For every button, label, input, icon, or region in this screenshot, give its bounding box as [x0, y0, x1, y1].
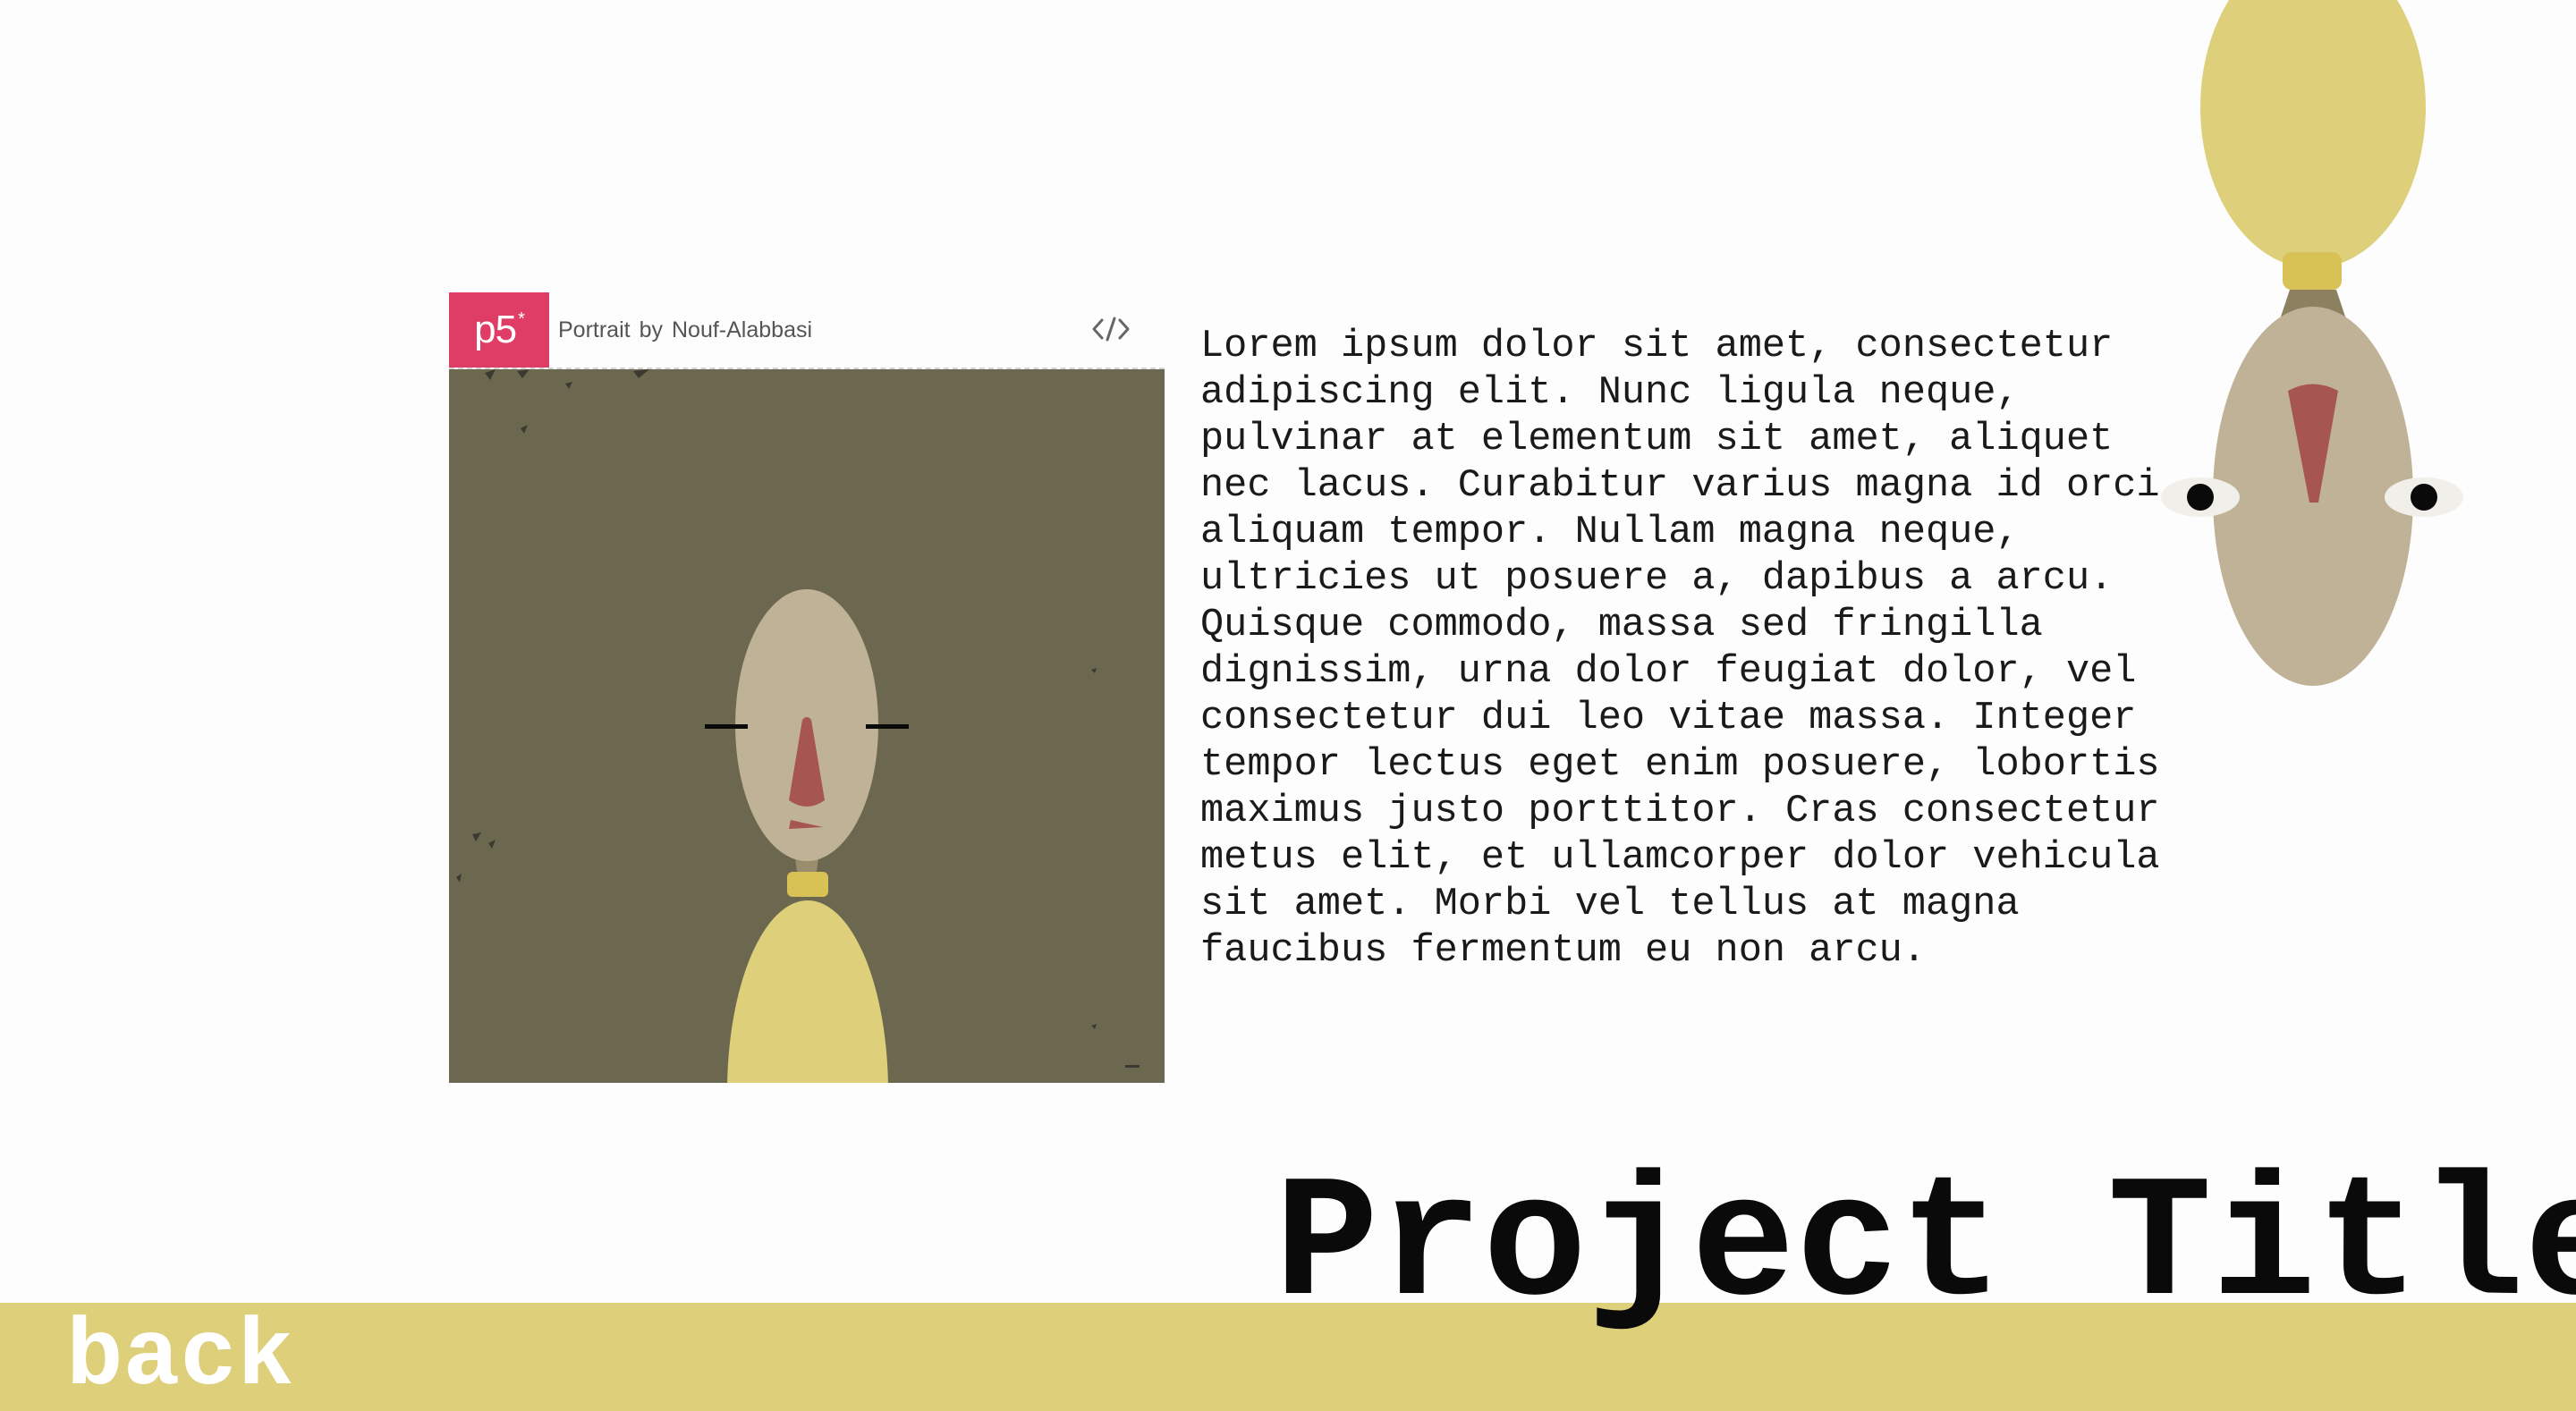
sketch-title[interactable]: Portrait	[558, 317, 631, 342]
deco-shirt	[2200, 0, 2426, 268]
code-brackets-icon[interactable]	[1091, 314, 1131, 344]
deco-pupil-right	[2411, 484, 2437, 511]
p5-logo-text: p5	[474, 308, 517, 351]
p5-sketch-embed[interactable]: p5 * Portrait by Nouf-Alabbasi	[449, 292, 1165, 1083]
embed-header: p5 * Portrait by Nouf-Alabbasi	[449, 292, 1165, 369]
sketch-eye-left	[705, 724, 748, 729]
page: p5 * Portrait by Nouf-Alabbasi Lorem ips…	[0, 0, 2576, 1411]
deco-collar	[2283, 252, 2342, 290]
by-label: by	[639, 317, 663, 342]
sketch-canvas[interactable]	[449, 369, 1165, 1083]
p5-logo[interactable]: p5 *	[449, 292, 549, 368]
sketch-collar	[787, 872, 828, 897]
project-title: Project Title	[1275, 1149, 2576, 1346]
project-description: Lorem ipsum dolor sit amet, consectetur …	[1200, 325, 2160, 973]
back-link[interactable]: back	[66, 1305, 293, 1411]
sketch-author[interactable]: Nouf-Alabbasi	[672, 317, 812, 342]
deco-pupil-left	[2187, 484, 2214, 511]
decorative-portrait	[2161, 0, 2463, 686]
sketch-title-line: Portrait by Nouf-Alabbasi	[558, 317, 821, 348]
p5-logo-mark: *	[518, 308, 525, 329]
sketch-eye-right	[866, 724, 909, 729]
